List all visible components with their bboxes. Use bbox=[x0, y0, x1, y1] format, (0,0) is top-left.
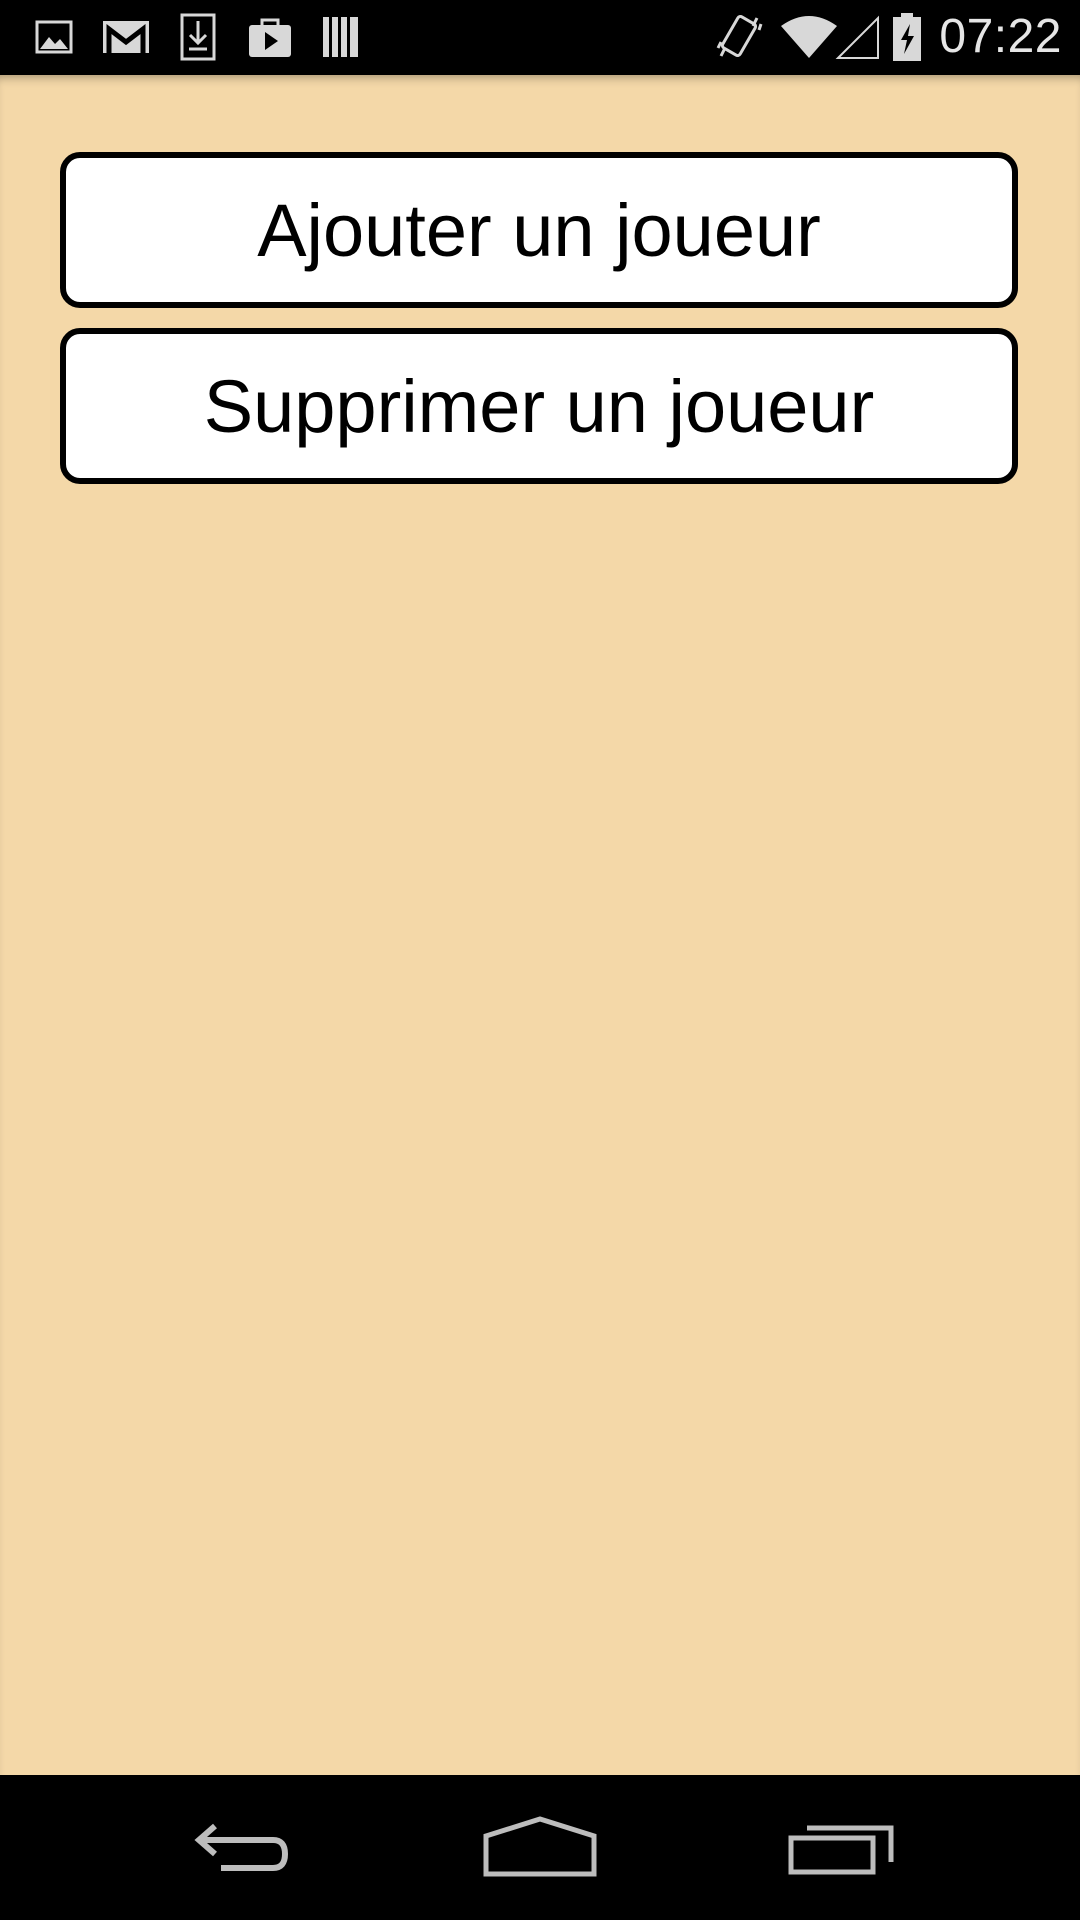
library-icon bbox=[320, 12, 362, 62]
main-content: Ajouter un joueur Supprimer un joueur bbox=[0, 75, 1080, 1775]
battery-charging-icon bbox=[890, 12, 924, 62]
gmail-icon bbox=[100, 12, 152, 62]
navigation-bar bbox=[0, 1775, 1080, 1920]
remove-player-button[interactable]: Supprimer un joueur bbox=[60, 328, 1018, 484]
vibrate-icon bbox=[714, 12, 764, 62]
play-store-icon bbox=[246, 12, 294, 62]
back-button[interactable] bbox=[160, 1805, 320, 1895]
home-button[interactable] bbox=[460, 1805, 620, 1895]
status-bar: 07:22 bbox=[0, 0, 1080, 75]
recents-button[interactable] bbox=[762, 1805, 922, 1895]
home-icon bbox=[482, 1815, 598, 1885]
wifi-icon bbox=[778, 12, 840, 62]
download-icon bbox=[178, 12, 218, 62]
status-clock: 07:22 bbox=[939, 10, 1062, 63]
recents-icon bbox=[787, 1818, 897, 1883]
add-player-button[interactable]: Ajouter un joueur bbox=[60, 152, 1018, 308]
cell-signal-icon bbox=[834, 12, 882, 62]
back-icon bbox=[185, 1818, 295, 1883]
gallery-icon bbox=[32, 12, 76, 62]
